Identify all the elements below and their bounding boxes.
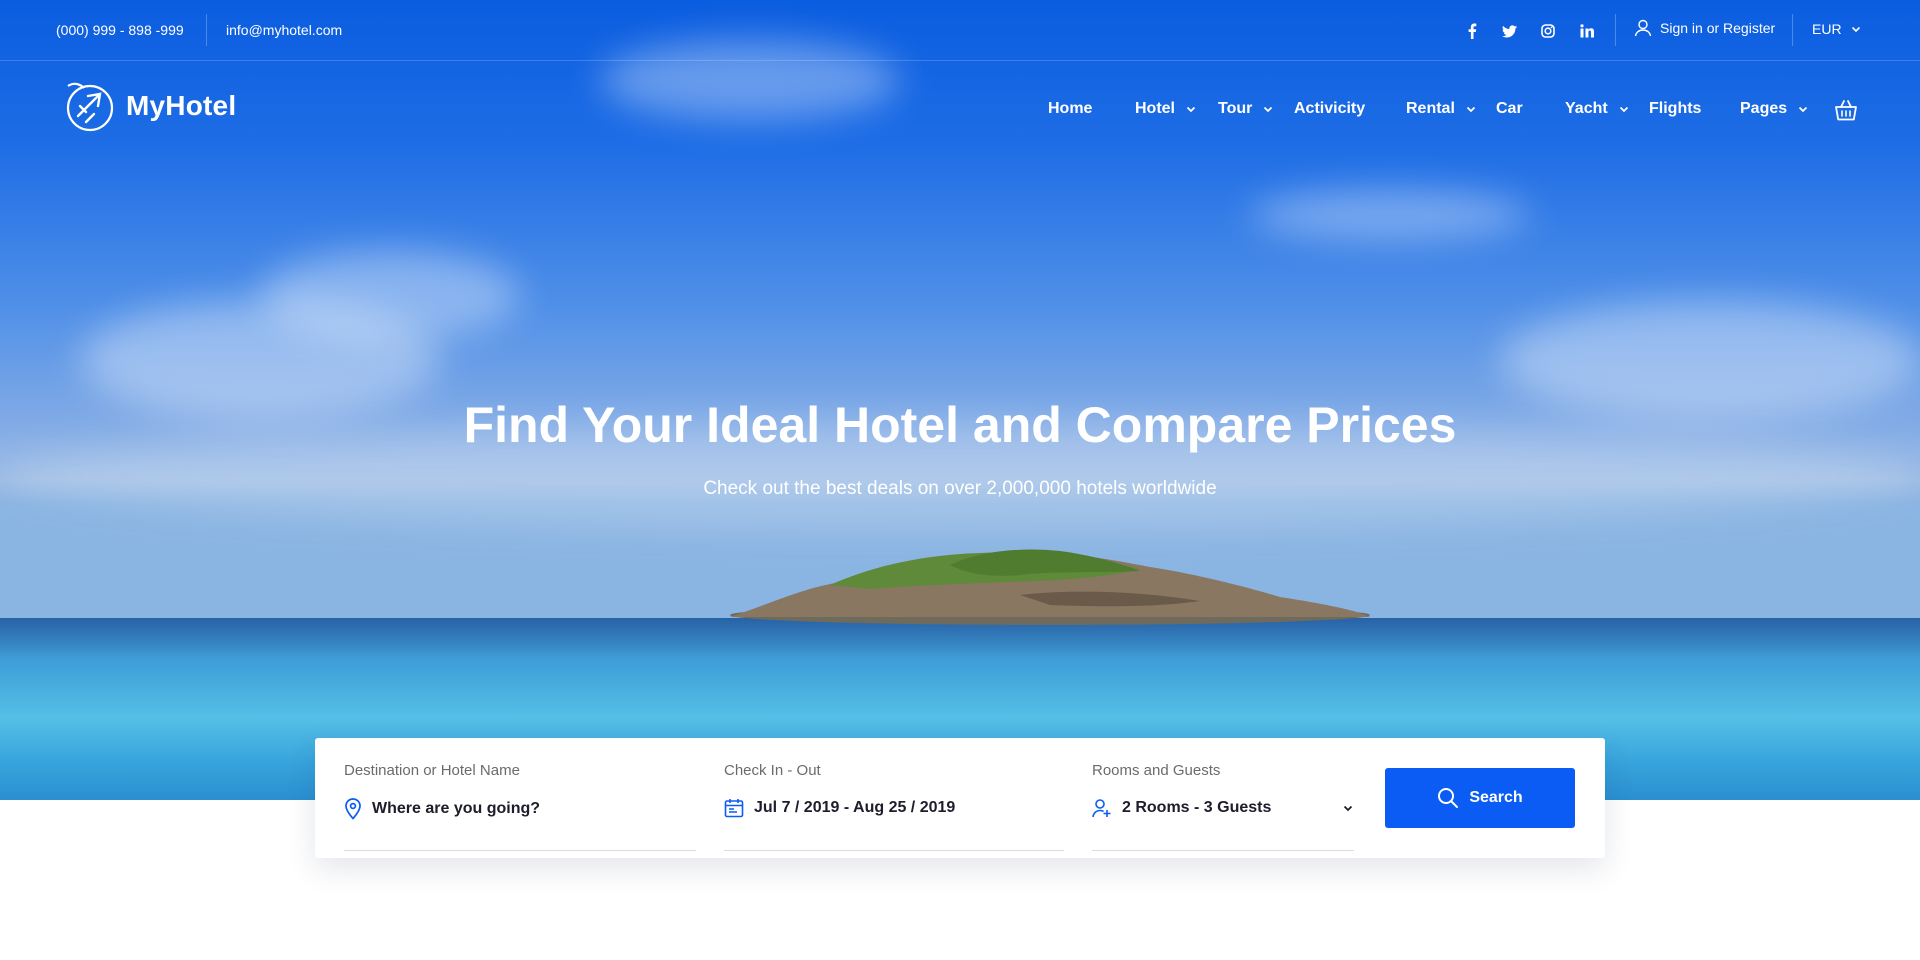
guests-label: Rooms and Guests xyxy=(1092,762,1221,779)
chevron-down-icon xyxy=(1619,106,1628,113)
nav-pages[interactable]: Pages xyxy=(1740,100,1809,118)
nav-activity[interactable]: Activicity xyxy=(1294,100,1365,118)
nav-label: Hotel xyxy=(1135,100,1175,117)
hero-title: Find Your Ideal Hotel and Compare Prices xyxy=(463,397,1457,453)
airplane-logo-icon xyxy=(66,82,114,132)
instagram-icon[interactable] xyxy=(1538,21,1558,41)
chevron-down-icon xyxy=(1466,106,1476,113)
chevron-down-icon xyxy=(1851,26,1860,33)
linkedin-icon[interactable] xyxy=(1577,21,1597,41)
cloud xyxy=(260,250,520,340)
field-underline xyxy=(724,850,1064,851)
chevron-down-icon xyxy=(1186,106,1196,113)
map-pin-icon xyxy=(345,798,361,820)
nav-label: Home xyxy=(1048,100,1093,117)
signin-link[interactable]: Sign in or Register xyxy=(1634,19,1775,37)
calendar-icon xyxy=(724,799,744,818)
currency-dropdown[interactable]: EUR xyxy=(1812,21,1862,37)
user-icon xyxy=(1634,19,1652,37)
search-button-label: Search xyxy=(1469,789,1523,806)
nav-rental[interactable]: Rental xyxy=(1406,100,1477,118)
search-form: Destination or Hotel Name Where are you … xyxy=(315,738,1605,858)
chevron-down-icon[interactable] xyxy=(1342,802,1354,814)
brand-logo[interactable]: MyHotel xyxy=(60,78,236,134)
divider xyxy=(206,14,207,46)
divider xyxy=(1792,14,1793,46)
nav-label: Pages xyxy=(1740,100,1788,117)
nav-label: Car xyxy=(1496,100,1523,117)
twitter-icon[interactable] xyxy=(1499,21,1519,41)
nav-tour[interactable]: Tour xyxy=(1218,100,1274,118)
destination-input[interactable]: Where are you going? xyxy=(372,800,540,818)
guests-field[interactable]: Rooms and Guests 2 Rooms - 3 Guests xyxy=(1092,762,1354,851)
guests-input[interactable]: 2 Rooms - 3 Guests xyxy=(1122,799,1271,817)
nav-label: Rental xyxy=(1406,100,1455,117)
user-plus-icon xyxy=(1092,799,1111,818)
nav-car[interactable]: Car xyxy=(1496,100,1523,118)
top-bar: (000) 999 - 898 -999 info@myhotel.com Si… xyxy=(0,0,1920,61)
brand-name: MyHotel xyxy=(126,90,237,121)
divider xyxy=(1615,14,1616,46)
currency-label: EUR xyxy=(1812,21,1842,37)
dates-label: Check In - Out xyxy=(724,762,821,779)
nav-label: Tour xyxy=(1218,100,1253,117)
phone-number[interactable]: (000) 999 - 898 -999 xyxy=(56,22,184,38)
destination-label: Destination or Hotel Name xyxy=(344,762,520,779)
nav-label: Flights xyxy=(1649,100,1702,117)
chevron-down-icon xyxy=(1799,106,1808,113)
destination-field[interactable]: Destination or Hotel Name Where are you … xyxy=(344,762,696,851)
cart-button[interactable] xyxy=(1834,98,1858,127)
nav-label: Activicity xyxy=(1294,100,1366,117)
search-button[interactable]: Search xyxy=(1385,768,1575,828)
nav-flights[interactable]: Flights xyxy=(1649,100,1701,118)
hero-subtitle: Check out the best deals on over 2,000,0… xyxy=(703,478,1217,499)
field-underline xyxy=(1092,850,1354,851)
cloud xyxy=(1250,190,1530,240)
island-image xyxy=(730,549,1370,625)
nav-yacht[interactable]: Yacht xyxy=(1565,100,1630,118)
search-icon xyxy=(1438,788,1459,808)
signin-label: Sign in or Register xyxy=(1660,20,1776,36)
facebook-icon[interactable] xyxy=(1462,21,1482,41)
basket-icon xyxy=(1835,100,1857,121)
dates-input[interactable]: Jul 7 / 2019 - Aug 25 / 2019 xyxy=(754,799,955,817)
chevron-down-icon xyxy=(1264,106,1273,113)
email-link[interactable]: info@myhotel.com xyxy=(226,22,342,38)
nav-home[interactable]: Home xyxy=(1048,100,1092,118)
nav-label: Yacht xyxy=(1565,100,1608,117)
field-underline xyxy=(344,850,696,851)
dates-field[interactable]: Check In - Out Jul 7 / 2019 - Aug 25 / 2… xyxy=(724,762,1064,851)
nav-hotel[interactable]: Hotel xyxy=(1135,100,1197,118)
